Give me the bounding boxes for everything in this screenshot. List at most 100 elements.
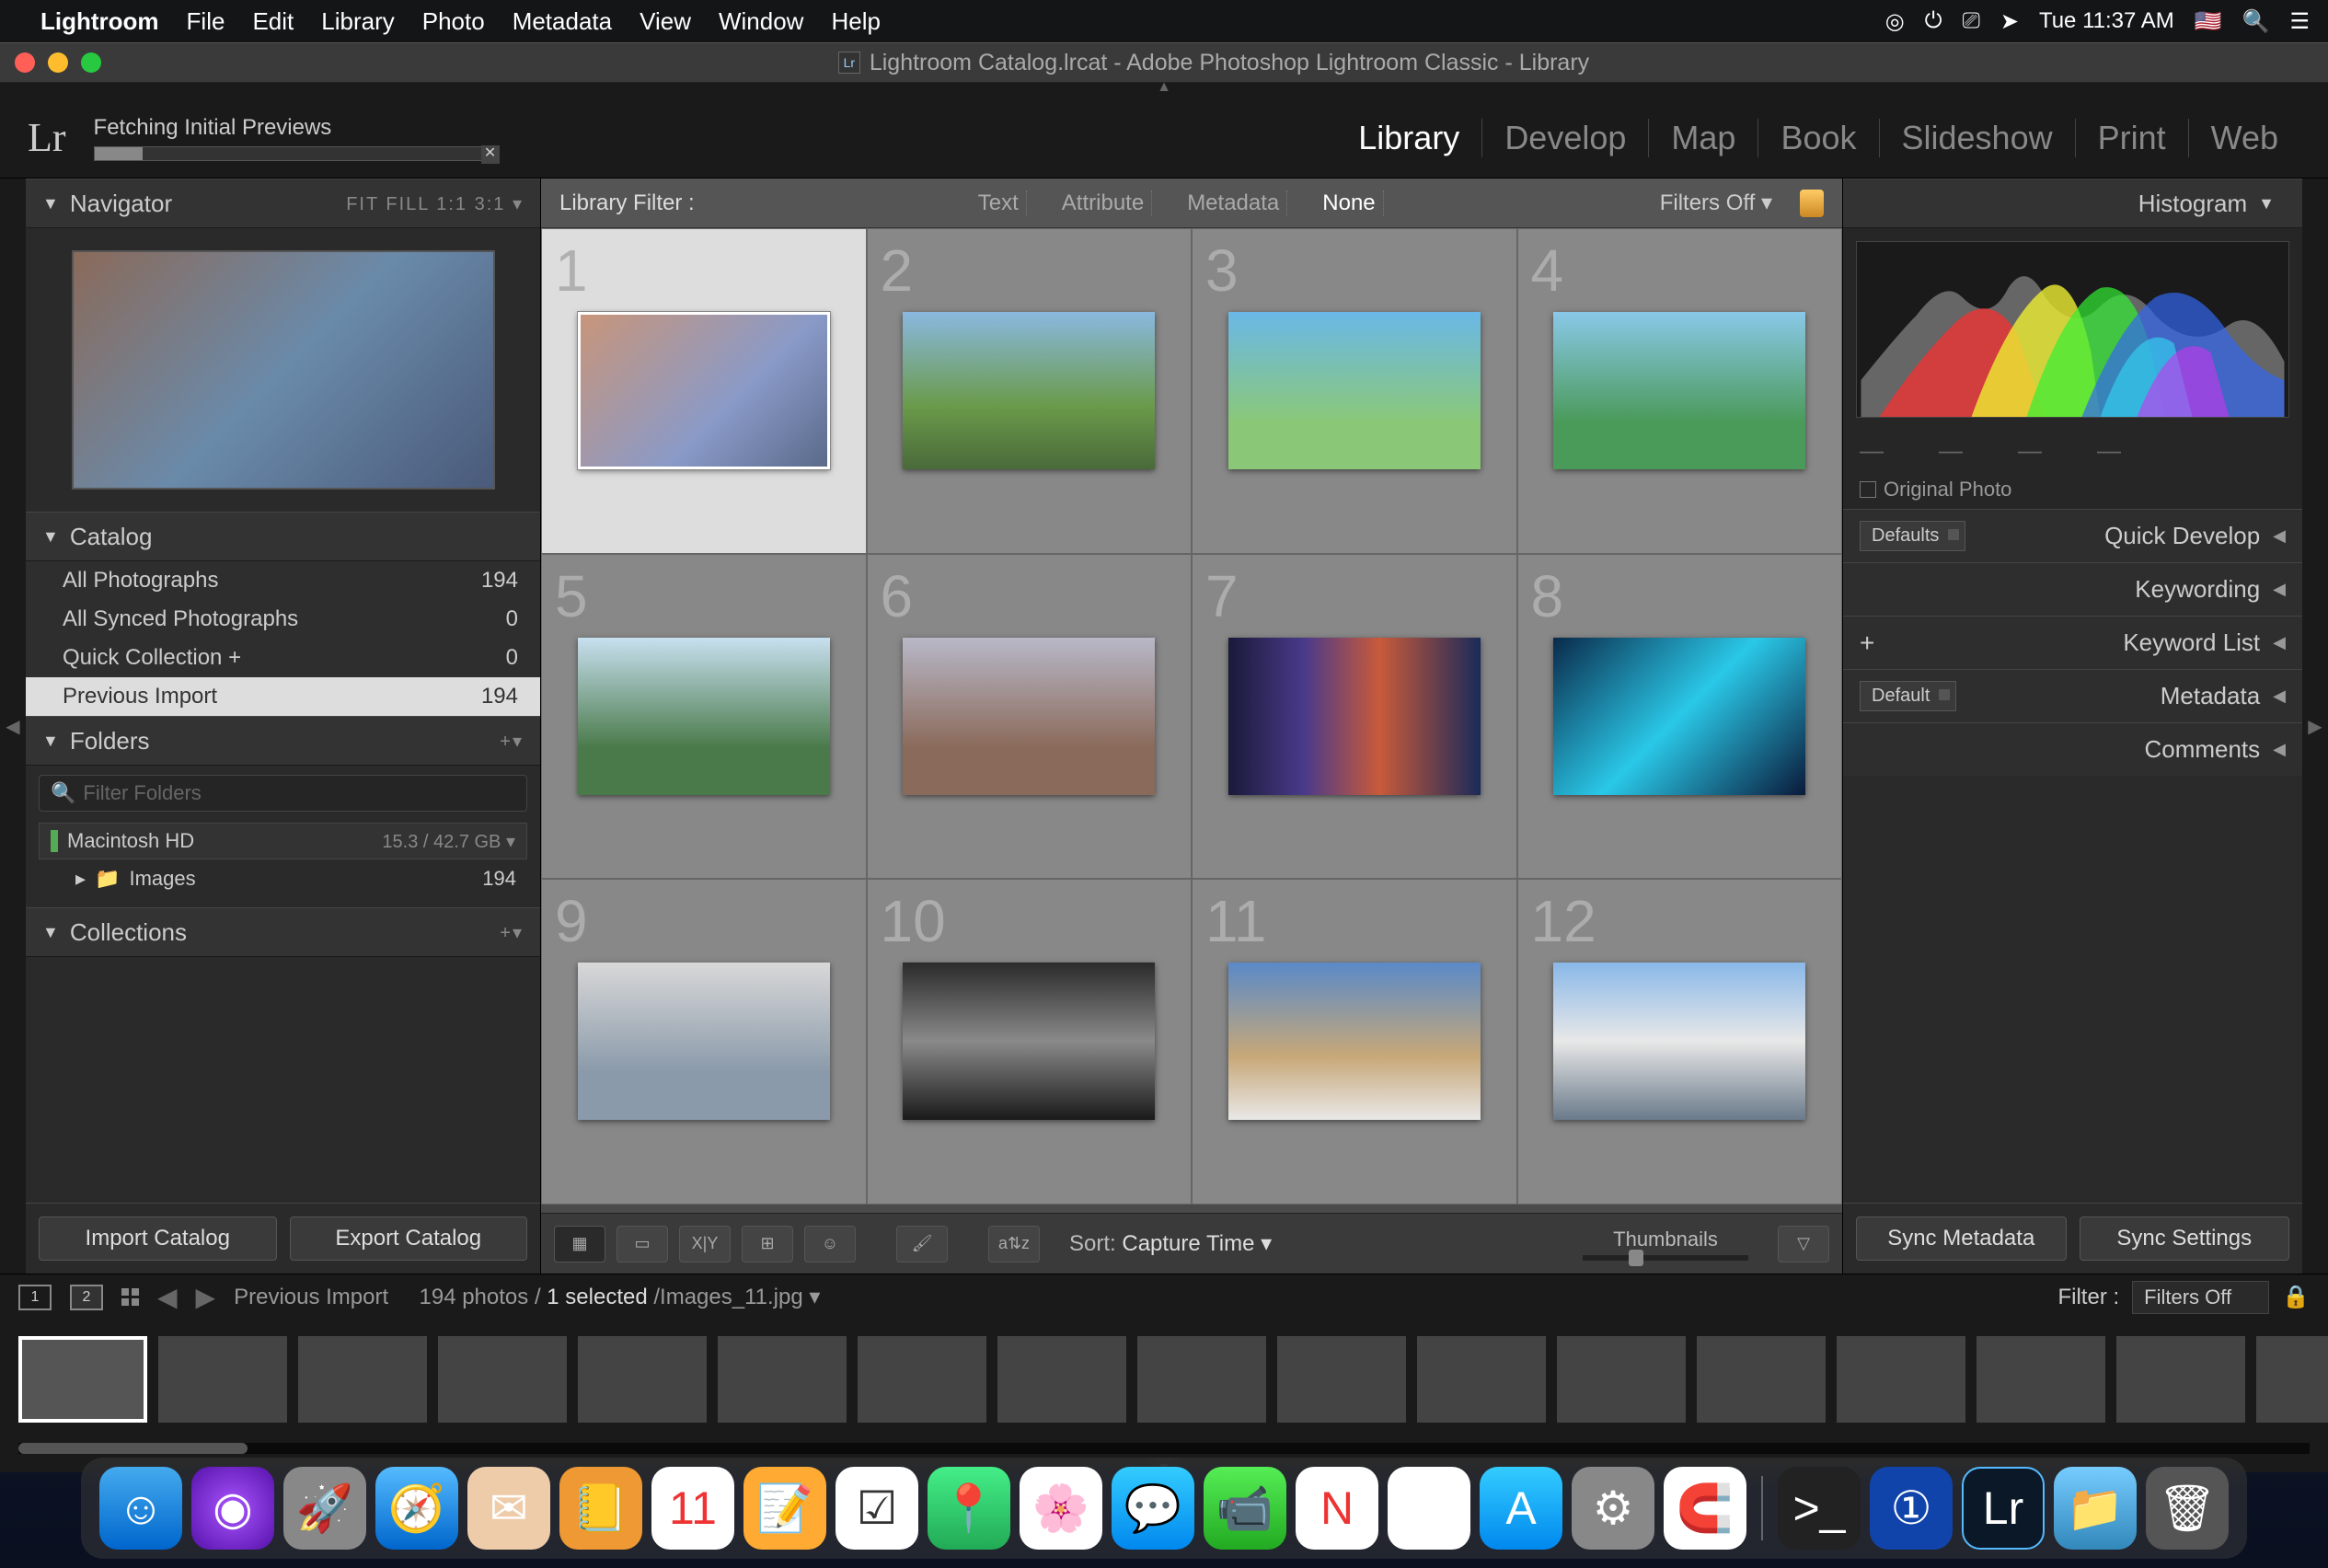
histogram-display[interactable]	[1843, 228, 2302, 431]
app-menu[interactable]: Lightroom	[40, 7, 159, 36]
dock-itunes-icon[interactable]: ♪	[1388, 1467, 1470, 1550]
add-keyword-button[interactable]: +	[1860, 628, 1874, 658]
catalog-all-synced[interactable]: All Synced Photographs0	[26, 600, 540, 639]
filmstrip-thumb[interactable]	[158, 1336, 287, 1423]
filmstrip-thumb[interactable]	[1837, 1336, 1965, 1423]
spotlight-icon[interactable]: 🔍	[2242, 8, 2270, 35]
nav-forward-button[interactable]: ▶	[196, 1282, 216, 1312]
dock-downloads-icon[interactable]: 📁	[2054, 1467, 2137, 1550]
grid-view-button[interactable]: ▦	[554, 1226, 605, 1262]
filmstrip-thumb[interactable]	[1277, 1336, 1406, 1423]
grid-cell-3[interactable]: 3	[1192, 228, 1517, 554]
filmstrip-filter-dropdown[interactable]: Filters Off	[2132, 1281, 2269, 1314]
dock-magnet-icon[interactable]: 🧲	[1664, 1467, 1746, 1550]
dock-1password-icon[interactable]: ①	[1870, 1467, 1953, 1550]
menu-library[interactable]: Library	[321, 7, 394, 36]
filmstrip-scrollbar[interactable]	[0, 1439, 2328, 1458]
filter-text[interactable]: Text	[971, 190, 1027, 216]
menu-view[interactable]: View	[640, 7, 691, 36]
module-map[interactable]: Map	[1649, 119, 1758, 157]
filmstrip-thumb[interactable]	[18, 1336, 147, 1423]
menu-metadata[interactable]: Metadata	[513, 7, 612, 36]
keyword-list-header[interactable]: +Keyword List◀	[1843, 616, 2302, 669]
jump-grid-icon[interactable]	[121, 1288, 139, 1306]
module-develop[interactable]: Develop	[1482, 119, 1649, 157]
dock-notes-icon[interactable]: 📝	[743, 1467, 826, 1550]
dock-messages-icon[interactable]: 💬	[1112, 1467, 1194, 1550]
filter-attribute[interactable]: Attribute	[1055, 190, 1152, 216]
dock-photos-icon[interactable]: 🌸	[1020, 1467, 1102, 1550]
dock-reminders-icon[interactable]: ☑	[836, 1467, 918, 1550]
filmstrip-thumb[interactable]	[578, 1336, 707, 1423]
filter-lock-small-icon[interactable]: 🔒	[2282, 1284, 2310, 1310]
dock-terminal-icon[interactable]: >_	[1778, 1467, 1861, 1550]
menu-window[interactable]: Window	[719, 7, 803, 36]
nav-back-button[interactable]: ◀	[157, 1282, 178, 1312]
module-book[interactable]: Book	[1758, 119, 1879, 157]
filmstrip-thumb[interactable]	[997, 1336, 1126, 1423]
sync-settings-button[interactable]: Sync Settings	[2080, 1216, 2290, 1261]
grid-cell-12[interactable]: 12	[1517, 879, 1843, 1205]
dock-safari-icon[interactable]: 🧭	[375, 1467, 458, 1550]
add-folder-button[interactable]: +▾	[500, 730, 524, 753]
menu-edit[interactable]: Edit	[252, 7, 294, 36]
catalog-all-photographs[interactable]: All Photographs194	[26, 561, 540, 600]
grid-cell-8[interactable]: 8	[1517, 554, 1843, 880]
catalog-header[interactable]: ▼ Catalog	[26, 512, 540, 561]
filmstrip-thumb[interactable]	[1976, 1336, 2105, 1423]
main-display-button[interactable]: 1	[18, 1285, 52, 1310]
grid-cell-5[interactable]: 5	[541, 554, 867, 880]
compare-view-button[interactable]: X|Y	[679, 1226, 731, 1262]
menu-help[interactable]: Help	[831, 7, 880, 36]
histogram-header[interactable]: Histogram ▼	[1843, 179, 2302, 228]
volume-row[interactable]: Macintosh HD 15.3 / 42.7 GB ▾	[39, 823, 527, 859]
filmstrip-thumb[interactable]	[438, 1336, 567, 1423]
cancel-activity-button[interactable]: ✕	[481, 145, 500, 164]
cursor-icon[interactable]: ➤	[2000, 8, 2019, 35]
dock-finder-icon[interactable]: ☺	[99, 1467, 182, 1550]
loupe-view-button[interactable]: ▭	[617, 1226, 668, 1262]
filmstrip[interactable]	[0, 1320, 2328, 1439]
flag-icon[interactable]: 🇺🇸	[2195, 8, 2222, 35]
filmstrip-thumb[interactable]	[2116, 1336, 2245, 1423]
comments-header[interactable]: Comments◀	[1843, 722, 2302, 776]
navigator-header[interactable]: ▼ Navigator FIT FILL 1:1 3:1 ▾	[26, 179, 540, 228]
original-photo-toggle[interactable]: Original Photo	[1843, 470, 2302, 509]
menu-icon[interactable]: ☰	[2289, 8, 2310, 35]
airplay-icon[interactable]: ⎚	[1963, 8, 1980, 34]
quick-develop-preset-dropdown[interactable]: Defaults	[1860, 521, 1965, 551]
filters-off-dropdown[interactable]: Filters Off ▾	[1660, 190, 1772, 216]
grid-cell-2[interactable]: 2	[867, 228, 1193, 554]
dock-siri-icon[interactable]: ◉	[191, 1467, 274, 1550]
filmstrip-thumb[interactable]	[1417, 1336, 1546, 1423]
folder-images[interactable]: ▸ 📁 Images 194	[39, 859, 527, 898]
quick-develop-header[interactable]: Defaults Quick Develop◀	[1843, 509, 2302, 562]
catalog-previous-import[interactable]: Previous Import194	[26, 677, 540, 716]
dock-facetime-icon[interactable]: 📹	[1204, 1467, 1286, 1550]
toolbar-options-button[interactable]: ▽	[1778, 1226, 1829, 1262]
grid-cell-1[interactable]: 1	[541, 228, 867, 554]
dock-lightroom-icon[interactable]: Lr	[1962, 1467, 2045, 1550]
filmstrip-thumb[interactable]	[2256, 1336, 2328, 1423]
sort-control[interactable]: Sort: Capture Time ▾	[1069, 1230, 1272, 1257]
grid-cell-9[interactable]: 9	[541, 879, 867, 1205]
clock[interactable]: Tue 11:37 AM	[2039, 8, 2174, 34]
people-view-button[interactable]: ☺	[804, 1226, 856, 1262]
filter-metadata[interactable]: Metadata	[1180, 190, 1287, 216]
filter-lock-icon[interactable]	[1800, 190, 1824, 217]
dock-trash-icon[interactable]: 🗑	[2146, 1467, 2229, 1550]
metadata-header[interactable]: Default Metadata◀	[1843, 669, 2302, 722]
minimize-window-button[interactable]	[48, 52, 68, 73]
painter-tool-button[interactable]: 🖌	[896, 1226, 948, 1262]
folders-header[interactable]: ▼ Folders +▾	[26, 716, 540, 766]
metadata-preset-dropdown[interactable]: Default	[1860, 681, 1956, 711]
navigator-preview[interactable]	[26, 228, 540, 512]
sort-direction-button[interactable]: a⇅z	[988, 1226, 1040, 1262]
survey-view-button[interactable]: ⊞	[742, 1226, 793, 1262]
filmstrip-thumb[interactable]	[1557, 1336, 1686, 1423]
dock-maps-icon[interactable]: 📍	[928, 1467, 1010, 1550]
dock-appstore-icon[interactable]: A	[1480, 1467, 1562, 1550]
add-collection-button[interactable]: +▾	[500, 921, 524, 944]
maximize-window-button[interactable]	[81, 52, 101, 73]
catalog-quick-collection[interactable]: Quick Collection +0	[26, 639, 540, 677]
